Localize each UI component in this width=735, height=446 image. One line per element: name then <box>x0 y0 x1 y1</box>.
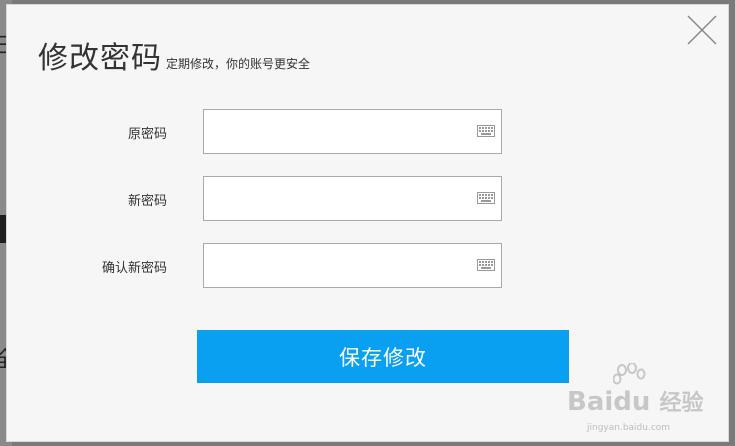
close-icon <box>687 15 717 45</box>
baidu-jingyan-watermark: Baidu 经验 jingyan.baidu.com <box>567 363 707 433</box>
dialog-title: 修改密码 <box>38 41 162 76</box>
save-button[interactable]: 保存修改 <box>197 330 569 383</box>
watermark-brand-left: Bai <box>567 387 614 417</box>
confirm-password-input[interactable] <box>204 244 464 287</box>
dialog-subtitle: 定期修改，你的账号更安全 <box>166 57 311 71</box>
keyboard-icon[interactable] <box>477 125 495 137</box>
dialog-header: 修改密码 定期修改，你的账号更安全 <box>38 33 310 77</box>
old-password-label: 原密码 <box>127 127 167 142</box>
old-password-field[interactable] <box>203 109 502 154</box>
old-password-input[interactable] <box>204 110 464 153</box>
watermark-brand-right: du <box>613 387 651 417</box>
confirm-password-label: 确认新密码 <box>101 261 167 276</box>
change-password-dialog: 修改密码 定期修改，你的账号更安全 原密码 新密码 确认新密码 保存修改 Bai… <box>6 4 729 442</box>
keyboard-icon[interactable] <box>477 192 495 204</box>
close-button[interactable] <box>687 15 717 45</box>
keyboard-icon[interactable] <box>477 259 495 271</box>
new-password-field[interactable] <box>203 176 502 221</box>
new-password-label: 新密码 <box>127 194 167 209</box>
confirm-password-field[interactable] <box>203 243 502 288</box>
new-password-input[interactable] <box>204 177 464 220</box>
watermark-url: jingyan.baidu.com <box>587 423 671 433</box>
watermark-brand-cn: 经验 <box>659 391 704 416</box>
